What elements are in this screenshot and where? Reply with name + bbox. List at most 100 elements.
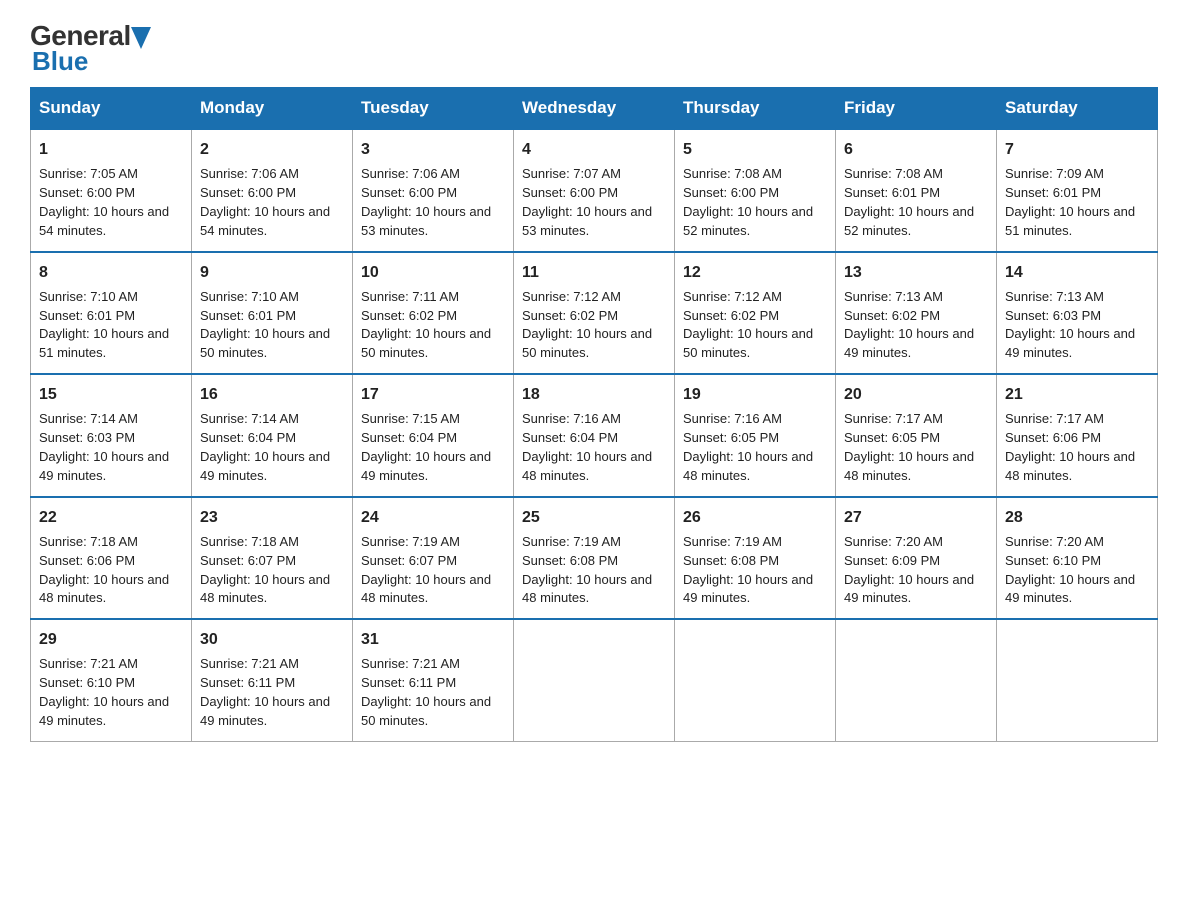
day-sunrise: Sunrise: 7:21 AM (39, 656, 138, 671)
calendar-cell: 24 Sunrise: 7:19 AM Sunset: 6:07 PM Dayl… (353, 497, 514, 620)
day-sunrise: Sunrise: 7:14 AM (200, 411, 299, 426)
weekday-header-thursday: Thursday (675, 88, 836, 130)
day-sunset: Sunset: 6:00 PM (683, 185, 779, 200)
calendar-cell: 26 Sunrise: 7:19 AM Sunset: 6:08 PM Dayl… (675, 497, 836, 620)
day-daylight: Daylight: 10 hours and 50 minutes. (361, 694, 491, 728)
calendar-cell: 17 Sunrise: 7:15 AM Sunset: 6:04 PM Dayl… (353, 374, 514, 497)
day-daylight: Daylight: 10 hours and 52 minutes. (683, 204, 813, 238)
day-sunrise: Sunrise: 7:06 AM (361, 166, 460, 181)
day-daylight: Daylight: 10 hours and 48 minutes. (361, 572, 491, 606)
logo-triangle-icon (131, 27, 151, 49)
day-daylight: Daylight: 10 hours and 50 minutes. (361, 326, 491, 360)
day-sunrise: Sunrise: 7:15 AM (361, 411, 460, 426)
day-daylight: Daylight: 10 hours and 52 minutes. (844, 204, 974, 238)
weekday-header-friday: Friday (836, 88, 997, 130)
day-sunset: Sunset: 6:06 PM (39, 553, 135, 568)
day-daylight: Daylight: 10 hours and 50 minutes. (200, 326, 330, 360)
day-sunset: Sunset: 6:02 PM (844, 308, 940, 323)
day-sunset: Sunset: 6:03 PM (1005, 308, 1101, 323)
day-sunset: Sunset: 6:04 PM (200, 430, 296, 445)
day-sunrise: Sunrise: 7:16 AM (683, 411, 782, 426)
day-sunset: Sunset: 6:00 PM (200, 185, 296, 200)
calendar-cell: 13 Sunrise: 7:13 AM Sunset: 6:02 PM Dayl… (836, 252, 997, 375)
day-sunrise: Sunrise: 7:17 AM (844, 411, 943, 426)
day-daylight: Daylight: 10 hours and 49 minutes. (361, 449, 491, 483)
day-sunset: Sunset: 6:01 PM (39, 308, 135, 323)
day-sunset: Sunset: 6:07 PM (361, 553, 457, 568)
day-sunrise: Sunrise: 7:13 AM (844, 289, 943, 304)
day-sunset: Sunset: 6:01 PM (844, 185, 940, 200)
day-daylight: Daylight: 10 hours and 54 minutes. (200, 204, 330, 238)
day-number: 8 (39, 261, 183, 284)
day-number: 13 (844, 261, 988, 284)
week-row-5: 29 Sunrise: 7:21 AM Sunset: 6:10 PM Dayl… (31, 619, 1158, 741)
calendar-cell: 27 Sunrise: 7:20 AM Sunset: 6:09 PM Dayl… (836, 497, 997, 620)
weekday-header-tuesday: Tuesday (353, 88, 514, 130)
day-daylight: Daylight: 10 hours and 49 minutes. (844, 326, 974, 360)
calendar-cell: 22 Sunrise: 7:18 AM Sunset: 6:06 PM Dayl… (31, 497, 192, 620)
day-sunset: Sunset: 6:10 PM (39, 675, 135, 690)
week-row-4: 22 Sunrise: 7:18 AM Sunset: 6:06 PM Dayl… (31, 497, 1158, 620)
day-daylight: Daylight: 10 hours and 51 minutes. (1005, 204, 1135, 238)
day-sunrise: Sunrise: 7:16 AM (522, 411, 621, 426)
day-number: 6 (844, 138, 988, 161)
logo: General Blue (30, 20, 151, 77)
calendar-cell (836, 619, 997, 741)
day-number: 30 (200, 628, 344, 651)
calendar-cell: 19 Sunrise: 7:16 AM Sunset: 6:05 PM Dayl… (675, 374, 836, 497)
day-daylight: Daylight: 10 hours and 49 minutes. (39, 449, 169, 483)
day-number: 3 (361, 138, 505, 161)
day-sunset: Sunset: 6:10 PM (1005, 553, 1101, 568)
day-number: 14 (1005, 261, 1149, 284)
day-daylight: Daylight: 10 hours and 54 minutes. (39, 204, 169, 238)
day-sunset: Sunset: 6:08 PM (683, 553, 779, 568)
calendar-cell: 23 Sunrise: 7:18 AM Sunset: 6:07 PM Dayl… (192, 497, 353, 620)
day-number: 21 (1005, 383, 1149, 406)
calendar-cell: 2 Sunrise: 7:06 AM Sunset: 6:00 PM Dayli… (192, 129, 353, 252)
day-daylight: Daylight: 10 hours and 49 minutes. (1005, 572, 1135, 606)
calendar-cell: 15 Sunrise: 7:14 AM Sunset: 6:03 PM Dayl… (31, 374, 192, 497)
day-number: 28 (1005, 506, 1149, 529)
day-sunset: Sunset: 6:01 PM (1005, 185, 1101, 200)
day-daylight: Daylight: 10 hours and 50 minutes. (522, 326, 652, 360)
day-sunset: Sunset: 6:04 PM (522, 430, 618, 445)
calendar-cell: 28 Sunrise: 7:20 AM Sunset: 6:10 PM Dayl… (997, 497, 1158, 620)
day-sunrise: Sunrise: 7:05 AM (39, 166, 138, 181)
day-number: 4 (522, 138, 666, 161)
day-daylight: Daylight: 10 hours and 49 minutes. (1005, 326, 1135, 360)
day-sunset: Sunset: 6:02 PM (522, 308, 618, 323)
day-daylight: Daylight: 10 hours and 48 minutes. (200, 572, 330, 606)
weekday-header-saturday: Saturday (997, 88, 1158, 130)
day-daylight: Daylight: 10 hours and 51 minutes. (39, 326, 169, 360)
day-daylight: Daylight: 10 hours and 49 minutes. (683, 572, 813, 606)
calendar-cell: 20 Sunrise: 7:17 AM Sunset: 6:05 PM Dayl… (836, 374, 997, 497)
day-sunrise: Sunrise: 7:08 AM (683, 166, 782, 181)
day-sunset: Sunset: 6:00 PM (361, 185, 457, 200)
day-sunrise: Sunrise: 7:14 AM (39, 411, 138, 426)
day-number: 1 (39, 138, 183, 161)
day-number: 19 (683, 383, 827, 406)
day-daylight: Daylight: 10 hours and 48 minutes. (844, 449, 974, 483)
calendar-table: SundayMondayTuesdayWednesdayThursdayFrid… (30, 87, 1158, 742)
day-number: 26 (683, 506, 827, 529)
day-daylight: Daylight: 10 hours and 48 minutes. (683, 449, 813, 483)
weekday-header-row: SundayMondayTuesdayWednesdayThursdayFrid… (31, 88, 1158, 130)
day-number: 9 (200, 261, 344, 284)
calendar-cell: 21 Sunrise: 7:17 AM Sunset: 6:06 PM Dayl… (997, 374, 1158, 497)
day-sunrise: Sunrise: 7:21 AM (200, 656, 299, 671)
calendar-cell: 30 Sunrise: 7:21 AM Sunset: 6:11 PM Dayl… (192, 619, 353, 741)
day-sunset: Sunset: 6:11 PM (200, 675, 295, 690)
day-sunset: Sunset: 6:02 PM (683, 308, 779, 323)
day-daylight: Daylight: 10 hours and 53 minutes. (522, 204, 652, 238)
day-sunrise: Sunrise: 7:17 AM (1005, 411, 1104, 426)
day-number: 15 (39, 383, 183, 406)
day-sunrise: Sunrise: 7:07 AM (522, 166, 621, 181)
calendar-cell: 29 Sunrise: 7:21 AM Sunset: 6:10 PM Dayl… (31, 619, 192, 741)
calendar-cell: 4 Sunrise: 7:07 AM Sunset: 6:00 PM Dayli… (514, 129, 675, 252)
page-header: General Blue (30, 20, 1158, 77)
week-row-2: 8 Sunrise: 7:10 AM Sunset: 6:01 PM Dayli… (31, 252, 1158, 375)
day-sunrise: Sunrise: 7:19 AM (522, 534, 621, 549)
day-sunrise: Sunrise: 7:08 AM (844, 166, 943, 181)
calendar-cell: 8 Sunrise: 7:10 AM Sunset: 6:01 PM Dayli… (31, 252, 192, 375)
day-number: 23 (200, 506, 344, 529)
